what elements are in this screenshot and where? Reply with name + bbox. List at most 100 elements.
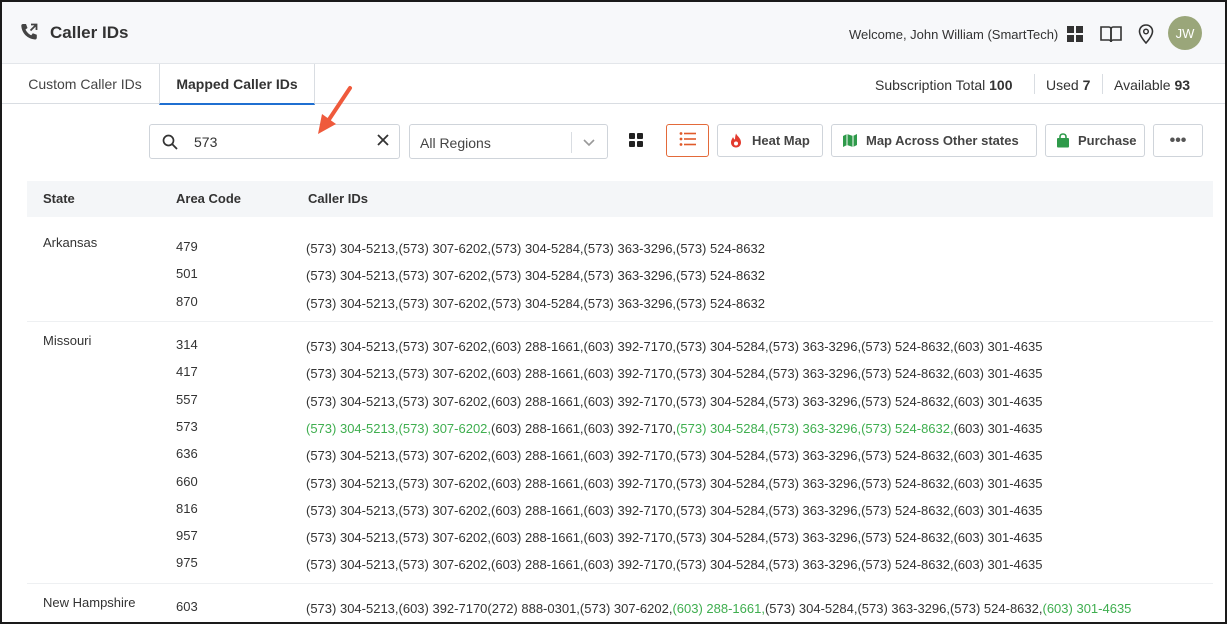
area-code-cell: 479 bbox=[176, 239, 198, 254]
column-header-caller-ids: Caller IDs bbox=[308, 191, 368, 206]
area-code-cell: 816 bbox=[176, 500, 198, 516]
caller-id-text: (573) 304-5213,(573) 307-6202,(603) 288-… bbox=[306, 530, 1043, 546]
area-code-cell: 660 bbox=[176, 473, 198, 489]
subscription-total: Subscription Total 100 bbox=[875, 77, 1013, 93]
state-cell: Arkansas bbox=[43, 235, 98, 250]
app-window: Caller IDs Welcome, John William (SmartT… bbox=[0, 0, 1227, 624]
welcome-user: Welcome, John William bbox=[849, 27, 988, 42]
area-code-cell: 636 bbox=[176, 446, 198, 462]
caller-id-text: (573) 304-5213,(573) 307-6202,(573) 304-… bbox=[306, 241, 765, 256]
app-header: Caller IDs Welcome, John William (SmartT… bbox=[2, 2, 1225, 64]
column-header-area-code: Area Code bbox=[176, 191, 242, 206]
available-value: 93 bbox=[1174, 77, 1191, 93]
tabs-bar: Custom Caller IDs Mapped Caller IDs Subs… bbox=[2, 64, 1225, 105]
area-code-cell: 314 bbox=[176, 337, 198, 352]
caller-id-match: (603) 301-4635 bbox=[1042, 601, 1132, 616]
caller-id-text: (573) 304-5213,(603) 392-7170(272) 888-0… bbox=[306, 601, 673, 616]
state-cell: New Hampshire bbox=[43, 595, 136, 610]
caller-id-text: (573) 304-5213,(573) 307-6202,(573) 304-… bbox=[306, 268, 765, 284]
flame-icon bbox=[728, 133, 744, 149]
caller-id-text: (573) 304-5284,(573) 363-3296,(573) 524-… bbox=[764, 601, 1043, 616]
row-divider bbox=[27, 583, 1213, 584]
area-code-cell: 975 bbox=[176, 555, 198, 571]
caller-ids-cell: (573) 304-5213,(573) 307-6202,(573) 304-… bbox=[306, 296, 765, 311]
caller-ids-cell: (573) 304-5213,(573) 307-6202,(603) 288-… bbox=[306, 339, 1042, 354]
table-header: State Area Code Caller IDs bbox=[27, 181, 1213, 217]
state-cell: Missouri bbox=[43, 333, 92, 348]
subscription-used: Used 7 bbox=[1046, 77, 1090, 93]
apps-grid-icon[interactable] bbox=[1065, 24, 1085, 44]
used-value: 7 bbox=[1082, 77, 1091, 93]
caller-ids-cell: (573) 304-5213,(603) 392-7170(272) 888-0… bbox=[306, 601, 1131, 616]
divider bbox=[571, 132, 572, 153]
heat-map-button[interactable]: Heat Map bbox=[717, 124, 823, 157]
caller-id-text: (573) 304-5213,(573) 307-6202,(603) 288-… bbox=[306, 502, 1043, 518]
used-label: Used bbox=[1046, 77, 1079, 93]
tab-custom-caller-ids[interactable]: Custom Caller IDs bbox=[12, 64, 158, 104]
caller-ids-cell: (573) 304-5213,(573) 307-6202,(573) 304-… bbox=[306, 268, 765, 283]
caller-id-text: (573) 304-5213,(573) 307-6202,(603) 288-… bbox=[306, 448, 1043, 464]
subscription-total-label: Subscription Total bbox=[875, 77, 986, 93]
caller-ids-cell: (573) 304-5213,(573) 307-6202,(603) 288-… bbox=[306, 476, 1042, 491]
avatar[interactable]: JW bbox=[1168, 16, 1202, 50]
heat-map-label: Heat Map bbox=[752, 133, 810, 148]
caller-id-match: (573) 304-5213,(573) 307-6202, bbox=[306, 420, 492, 436]
caller-ids-cell: (573) 304-5213,(573) 307-6202,(603) 288-… bbox=[306, 394, 1042, 409]
book-icon[interactable] bbox=[1099, 24, 1123, 44]
list-view-button[interactable] bbox=[666, 124, 709, 157]
tab-mapped-caller-ids[interactable]: Mapped Caller IDs bbox=[159, 64, 315, 105]
caller-id-text: (573) 304-5213,(573) 307-6202,(603) 288-… bbox=[306, 366, 1043, 382]
welcome-org: (SmartTech) bbox=[987, 27, 1059, 42]
map-across-states-button[interactable]: Map Across Other states bbox=[831, 124, 1037, 157]
location-pin-icon[interactable] bbox=[1136, 24, 1156, 44]
map-across-label: Map Across Other states bbox=[866, 133, 1019, 148]
column-header-state: State bbox=[43, 191, 75, 206]
caller-id-match: (603) 288-1661, bbox=[672, 601, 765, 616]
purchase-button[interactable]: Purchase bbox=[1045, 124, 1145, 157]
caller-ids-cell: (573) 304-5213,(573) 307-6202,(603) 288-… bbox=[306, 448, 1042, 463]
caller-ids-cell: (573) 304-5213,(573) 307-6202,(603) 288-… bbox=[306, 421, 1043, 436]
caller-ids-cell: (573) 304-5213,(573) 307-6202,(603) 288-… bbox=[306, 366, 1042, 381]
search-icon bbox=[162, 134, 178, 150]
map-icon bbox=[842, 133, 858, 149]
subscription-available: Available 93 bbox=[1114, 77, 1190, 93]
caller-id-text: (573) 304-5213,(573) 307-6202,(603) 288-… bbox=[306, 557, 1043, 573]
chevron-down-icon bbox=[582, 136, 596, 148]
caller-id-match: (573) 304-5284,(573) 363-3296,(573) 524-… bbox=[676, 420, 954, 436]
phone-forward-icon bbox=[19, 22, 39, 42]
clear-icon[interactable] bbox=[375, 133, 391, 149]
more-options-button[interactable]: ••• bbox=[1153, 124, 1203, 157]
caller-ids-cell: (573) 304-5213,(573) 307-6202,(603) 288-… bbox=[306, 503, 1042, 518]
area-code-cell: 603 bbox=[176, 599, 198, 614]
divider bbox=[1102, 74, 1103, 94]
area-code-cell: 557 bbox=[176, 391, 198, 407]
caller-id-text: (603) 301-4635 bbox=[953, 420, 1043, 436]
shopping-bag-icon bbox=[1056, 133, 1070, 149]
subscription-total-value: 100 bbox=[989, 77, 1013, 93]
grid-view-icon[interactable] bbox=[627, 131, 645, 149]
area-code-cell: 870 bbox=[176, 293, 198, 309]
area-code-cell: 417 bbox=[176, 364, 198, 380]
area-code-cell: 957 bbox=[176, 528, 198, 544]
region-select[interactable]: All Regions bbox=[409, 124, 608, 159]
divider bbox=[1034, 74, 1035, 94]
available-label: Available bbox=[1114, 77, 1171, 93]
purchase-label: Purchase bbox=[1078, 133, 1137, 148]
welcome-text: Welcome, John William (SmartTech) bbox=[849, 27, 1058, 42]
caller-ids-cell: (573) 304-5213,(573) 307-6202,(603) 288-… bbox=[306, 557, 1042, 572]
caller-ids-cell: (573) 304-5213,(573) 307-6202,(603) 288-… bbox=[306, 530, 1042, 545]
caller-id-text: (573) 304-5213,(573) 307-6202,(573) 304-… bbox=[306, 295, 765, 311]
region-select-value: All Regions bbox=[420, 135, 491, 151]
caller-id-text: (573) 304-5213,(573) 307-6202,(603) 288-… bbox=[306, 339, 1043, 354]
caller-ids-cell: (573) 304-5213,(573) 307-6202,(573) 304-… bbox=[306, 241, 765, 256]
row-divider bbox=[27, 321, 1213, 322]
caller-id-text: (603) 288-1661,(603) 392-7170, bbox=[491, 420, 677, 436]
annotation-arrow-icon bbox=[314, 84, 356, 138]
page-title: Caller IDs bbox=[50, 23, 129, 42]
caller-id-text: (573) 304-5213,(573) 307-6202,(603) 288-… bbox=[306, 475, 1043, 491]
search-box bbox=[149, 124, 400, 159]
area-code-cell: 573 bbox=[176, 418, 198, 434]
list-view-icon bbox=[679, 131, 697, 150]
caller-id-text: (573) 304-5213,(573) 307-6202,(603) 288-… bbox=[306, 393, 1043, 409]
area-code-cell: 501 bbox=[176, 266, 198, 282]
